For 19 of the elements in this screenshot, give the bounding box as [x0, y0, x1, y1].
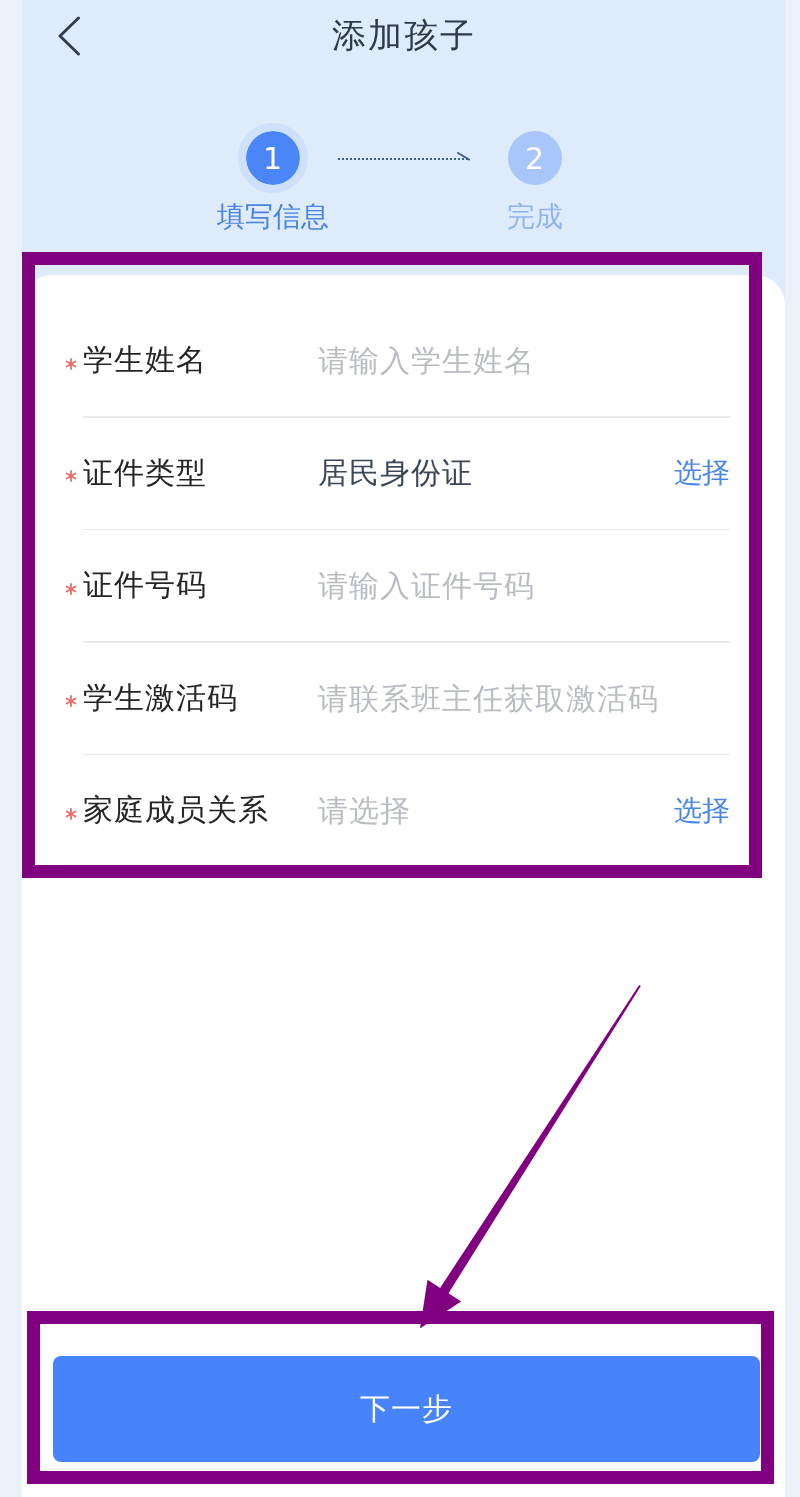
step-label: 填写信息: [216, 200, 329, 234]
select-link[interactable]: 选择: [674, 454, 730, 492]
input-field[interactable]: 请输入学生姓名: [318, 338, 730, 383]
back-icon[interactable]: [57, 16, 81, 56]
field-label: 学生激活码: [83, 678, 239, 717]
field-label: 家庭成员关系: [83, 791, 270, 829]
step-number: 1: [237, 123, 308, 193]
field-label: 学生姓名: [83, 341, 208, 379]
field-label: 证件号码: [83, 566, 208, 604]
field-label: 证件类型: [83, 453, 208, 492]
next-step-button[interactable]: 下一步: [53, 1356, 760, 1462]
select-field[interactable]: 居民身份证: [318, 451, 662, 495]
select-field[interactable]: 请选择: [318, 788, 662, 833]
page-title: 添加孩子: [331, 14, 476, 57]
input-field[interactable]: 请联系班主任获取激活码: [318, 676, 730, 720]
input-field[interactable]: 请输入证件号码: [318, 563, 730, 608]
step-label: 完成: [506, 200, 563, 234]
step-number: 2: [507, 131, 562, 185]
select-link[interactable]: 选择: [674, 791, 730, 830]
